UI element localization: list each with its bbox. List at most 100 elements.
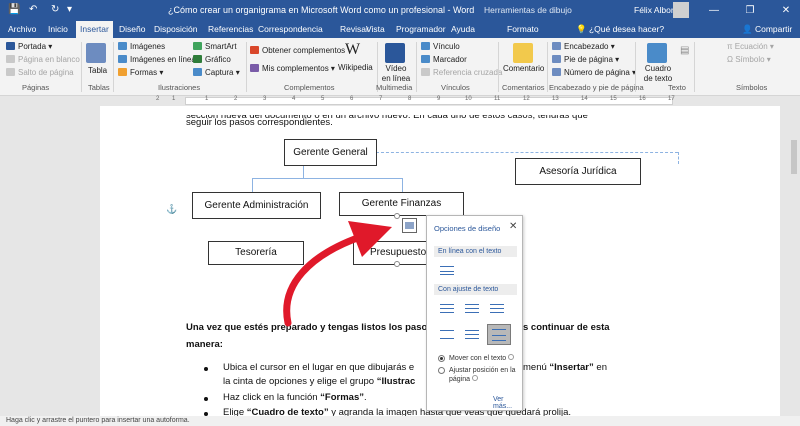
tab-correspondencia[interactable]: Correspondencia bbox=[258, 24, 323, 34]
redo-icon[interactable]: ↻ bbox=[51, 4, 59, 16]
divider bbox=[547, 42, 548, 92]
portada-button[interactable]: Portada ▾ bbox=[6, 42, 52, 52]
simbolo-button[interactable]: Ω Símbolo ▾ bbox=[727, 55, 771, 65]
tab-formato[interactable]: Formato bbox=[507, 24, 539, 34]
org-box-gerente-general[interactable]: Gerente General bbox=[284, 139, 377, 166]
marcador-button[interactable]: Marcador bbox=[421, 55, 467, 65]
inline-option[interactable] bbox=[437, 262, 455, 277]
tab-insertar[interactable]: Insertar bbox=[76, 21, 113, 38]
numero-pagina-button[interactable]: Número de página ▾ bbox=[552, 68, 636, 78]
red-arrow-annotation bbox=[283, 221, 392, 327]
radio-fix-position[interactable] bbox=[438, 367, 445, 374]
captura-button[interactable]: Captura ▾ bbox=[193, 68, 240, 78]
org-box-asesoria-juridica[interactable]: Asesoría Jurídica bbox=[515, 158, 641, 185]
tab-disposicion[interactable]: Disposición bbox=[154, 24, 197, 34]
table-icon[interactable] bbox=[86, 43, 106, 63]
obtener-complementos-button[interactable]: Obtener complementos bbox=[250, 46, 345, 56]
cuadro-label: Cuadro de texto bbox=[643, 64, 673, 83]
text-run-bold: “Ilustrac bbox=[376, 376, 416, 387]
tab-referencias[interactable]: Referencias bbox=[208, 24, 253, 34]
text-run-bold: “Formas” bbox=[320, 392, 364, 403]
connector-line bbox=[303, 166, 304, 178]
bullet-1-text-end: menú “Insertar” en bbox=[523, 362, 607, 374]
in-front-of-text-option[interactable] bbox=[487, 324, 511, 345]
bullet bbox=[204, 397, 208, 401]
formas-button[interactable]: Formas ▾ bbox=[118, 68, 163, 78]
tab-programador[interactable]: Programador bbox=[396, 24, 446, 34]
imagenes-label: Imágenes bbox=[130, 42, 166, 51]
tab-revisar[interactable]: Revisar bbox=[340, 24, 369, 34]
vinculo-button[interactable]: Vínculo bbox=[421, 42, 460, 52]
group-label-complementos: Complementos bbox=[284, 83, 335, 92]
close-window-button[interactable]: ✕ bbox=[772, 0, 800, 21]
imagenes-linea-button[interactable]: Imágenes en línea bbox=[118, 55, 196, 65]
wikipedia-icon[interactable]: W bbox=[345, 41, 360, 59]
text-box-icon[interactable] bbox=[647, 43, 667, 63]
popup-close-button[interactable]: ✕ bbox=[509, 221, 517, 232]
horizontal-ruler[interactable] bbox=[185, 97, 673, 105]
ruler-mark: 6 bbox=[350, 96, 354, 102]
cuadro-texto-button[interactable]: Cuadro de texto bbox=[640, 64, 676, 84]
group-label-ilustraciones: Ilustraciones bbox=[158, 83, 201, 92]
tab-ayuda[interactable]: Ayuda bbox=[451, 24, 475, 34]
org-box-gerente-finanzas[interactable]: Gerente Finanzas bbox=[339, 192, 464, 216]
comentario-button[interactable]: Comentario bbox=[503, 64, 544, 74]
minimize-button[interactable]: — bbox=[700, 0, 728, 21]
ruler-mark: 7 bbox=[379, 96, 383, 102]
group-label-paginas: Páginas bbox=[22, 83, 50, 92]
save-icon[interactable]: 💾 bbox=[8, 4, 20, 16]
pagina-blanco-label: Página en blanco bbox=[18, 55, 80, 64]
tab-diseno[interactable]: Diseño bbox=[119, 24, 145, 34]
ruler-mark: 3 bbox=[263, 96, 267, 102]
title-bar: 💾 ↶ ↻ ▾ ¿Cómo crear un organigrama en Mi… bbox=[0, 0, 800, 21]
tab-vista[interactable]: Vista bbox=[366, 24, 385, 34]
smartart-button[interactable]: SmartArt bbox=[193, 42, 237, 52]
salto-pagina-button[interactable]: Salto de página bbox=[6, 68, 74, 78]
grafico-label: Gráfico bbox=[205, 55, 231, 64]
undo-icon[interactable]: ↶ bbox=[29, 4, 37, 16]
bullet-1-line-2: la cinta de opciones y elige el grupo “I… bbox=[223, 376, 415, 388]
tabla-button[interactable]: Tabla bbox=[88, 66, 107, 76]
encabezado-button[interactable]: Encabezado ▾ bbox=[552, 42, 615, 52]
ruler-mark: 12 bbox=[523, 96, 530, 102]
video-linea-button[interactable]: Vídeo en línea bbox=[381, 64, 411, 84]
divider bbox=[81, 42, 82, 92]
divider bbox=[694, 42, 695, 92]
group-label-tablas: Tablas bbox=[88, 83, 110, 92]
video-icon[interactable] bbox=[385, 43, 405, 63]
blank-page-icon bbox=[6, 55, 15, 63]
tell-me-search[interactable]: 💡 ¿Qué desea hacer? bbox=[576, 24, 664, 35]
divider bbox=[635, 42, 636, 92]
wrap-through-option[interactable] bbox=[487, 300, 505, 315]
comment-icon[interactable] bbox=[513, 43, 533, 63]
text-run-bold: “Cuadro de texto” bbox=[246, 407, 329, 416]
radio-move-with-text[interactable] bbox=[438, 355, 445, 362]
scrollbar-thumb[interactable] bbox=[791, 140, 797, 174]
wrap-square-option[interactable] bbox=[437, 300, 455, 315]
pie-pagina-button[interactable]: Pie de página ▾ bbox=[552, 55, 619, 65]
ecuacion-button[interactable]: π Ecuación ▾ bbox=[727, 42, 774, 52]
wikipedia-button[interactable]: Wikipedia bbox=[338, 63, 373, 73]
share-button[interactable]: 👤 Compartir bbox=[742, 24, 792, 35]
grafico-button[interactable]: Gráfico bbox=[193, 55, 231, 65]
text-more-icon[interactable]: ▤ bbox=[680, 46, 689, 56]
maximize-button[interactable]: ❐ bbox=[736, 0, 764, 21]
wrap-tight-option[interactable] bbox=[462, 300, 480, 315]
ruler-mark: 5 bbox=[321, 96, 325, 102]
customize-quick-access-icon[interactable]: ▾ bbox=[67, 4, 72, 16]
page-number-icon bbox=[552, 68, 561, 76]
wrap-top-bottom-option[interactable] bbox=[437, 326, 455, 341]
group-label-comentarios: Comentarios bbox=[502, 83, 545, 92]
smartart-icon bbox=[193, 42, 202, 50]
paragraph-line-2: seguir los pasos correspondientes. bbox=[186, 117, 333, 128]
tab-archivo[interactable]: Archivo bbox=[8, 24, 36, 34]
see-more-link[interactable]: Ver más... bbox=[493, 396, 522, 410]
avatar[interactable] bbox=[673, 2, 689, 18]
encabezado-label: Encabezado bbox=[564, 42, 609, 51]
behind-text-option[interactable] bbox=[462, 326, 480, 341]
pagina-blanco-button[interactable]: Página en blanco bbox=[6, 55, 80, 65]
tab-inicio[interactable]: Inicio bbox=[48, 24, 68, 34]
referencia-cruzada-button[interactable]: Referencia cruzada bbox=[421, 68, 502, 78]
mis-complementos-button[interactable]: Mis complementos ▾ bbox=[250, 64, 335, 74]
imagenes-button[interactable]: Imágenes bbox=[118, 42, 165, 52]
